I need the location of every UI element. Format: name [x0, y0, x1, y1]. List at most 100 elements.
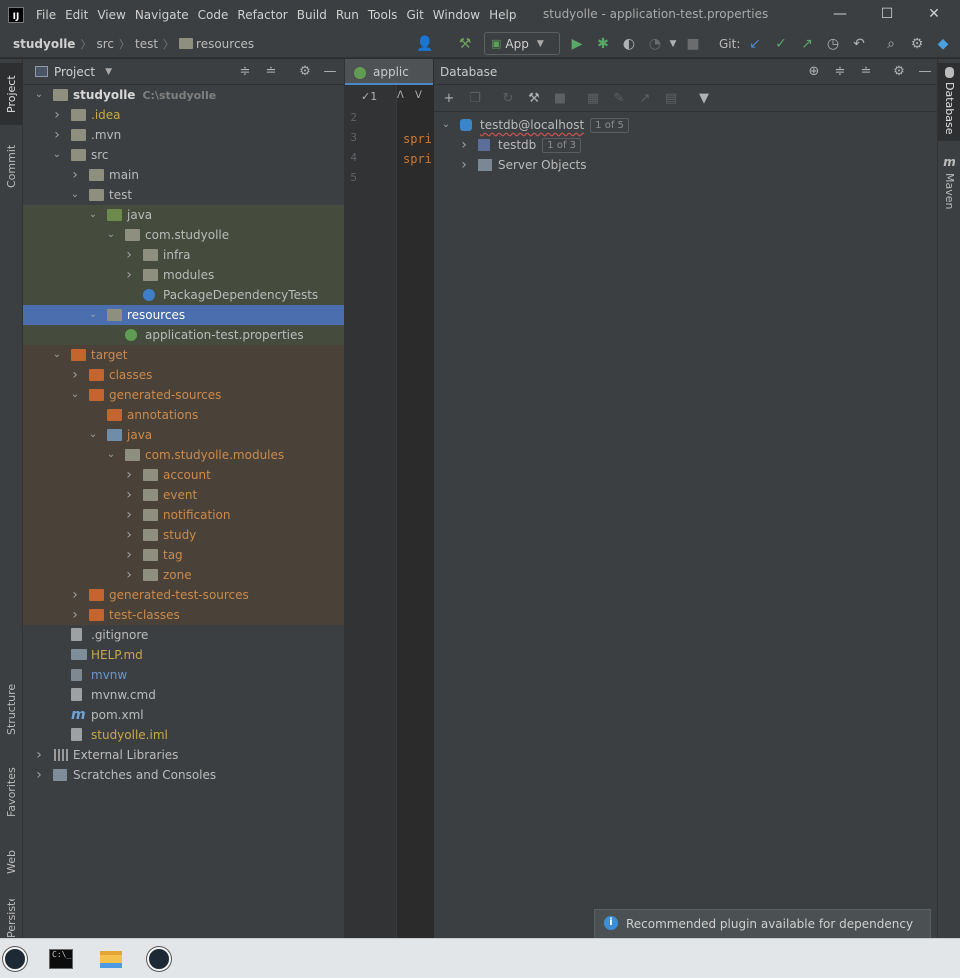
tool-tab-web[interactable]: Web [0, 837, 23, 887]
menu-git[interactable]: Git [406, 8, 423, 22]
tree-node[interactable]: › tag [23, 545, 344, 565]
edit-icon[interactable]: ✎ [609, 89, 629, 109]
chevron-right-icon[interactable]: › [33, 745, 45, 765]
tree-node[interactable]: mvnw.cmd [23, 685, 344, 705]
chevron-down-icon[interactable]: ᐯ [415, 90, 422, 101]
chevron-down-icon[interactable]: ⌄ [440, 115, 452, 135]
expand-all-icon[interactable]: ≑ [830, 62, 850, 82]
tool-tab-project[interactable]: Project [0, 63, 23, 125]
tree-node[interactable]: m pom.xml [23, 705, 344, 725]
chevron-right-icon[interactable]: › [458, 155, 470, 175]
history-icon[interactable]: ◷ [822, 33, 844, 55]
chevron-right-icon[interactable]: › [69, 585, 81, 605]
ide-plugin-icon[interactable]: ◆ [932, 33, 954, 55]
inspection-widget[interactable]: ✓1 [361, 90, 377, 103]
tree-node[interactable]: ⌄ generated-sources [23, 385, 344, 405]
tree-node[interactable]: ⌄ target [23, 345, 344, 365]
menu-edit[interactable]: Edit [65, 8, 88, 22]
tree-node[interactable]: HELP.md [23, 645, 344, 665]
chevron-right-icon[interactable]: › [69, 605, 81, 625]
menu-help[interactable]: Help [489, 8, 516, 22]
menu-navigate[interactable]: Navigate [135, 8, 189, 22]
chevron-down-icon[interactable]: ⌄ [105, 445, 117, 465]
add-data-source-icon[interactable]: + [439, 89, 459, 109]
chevron-right-icon[interactable]: › [123, 485, 135, 505]
hide-panel-icon[interactable]: — [915, 62, 935, 82]
maximize-button[interactable]: ☐ [875, 4, 899, 24]
chevron-right-icon[interactable]: › [69, 165, 81, 185]
run-configuration-select[interactable]: ▣ App ▼ [484, 32, 560, 55]
run-icon[interactable]: ▶ [566, 33, 588, 55]
tree-node[interactable]: ⌄ studyolle C:\studyolle [23, 85, 344, 105]
tree-node[interactable]: › test-classes [23, 605, 344, 625]
chevron-down-icon[interactable]: ⌄ [51, 145, 63, 165]
chevron-right-icon[interactable]: › [123, 545, 135, 565]
menu-tools[interactable]: Tools [368, 8, 398, 22]
breadcrumb-src[interactable]: src [96, 37, 114, 51]
tree-node[interactable]: ⌄ src [23, 145, 344, 165]
build-hammer-icon[interactable]: ⚒ [454, 33, 476, 55]
db-tree-node[interactable]: › testdb 1 of 3 [434, 135, 938, 155]
git-push-icon[interactable]: ↗ [796, 33, 818, 55]
breadcrumb-resources[interactable]: resources [196, 37, 254, 51]
account-icon[interactable]: 👤 [414, 33, 436, 55]
db-properties-icon[interactable]: ⚒ [524, 89, 544, 109]
refresh-icon[interactable]: ↻ [498, 89, 518, 109]
taskbar-app-terminal[interactable]: C:\_ [46, 944, 76, 974]
tree-node[interactable]: studyolle.iml [23, 725, 344, 745]
locate-icon[interactable]: ⊕ [804, 62, 824, 82]
plugin-notification[interactable]: i Recommended plugin available for depen… [594, 909, 931, 938]
chevron-down-icon[interactable]: ⌄ [87, 425, 99, 445]
tree-node[interactable]: › account [23, 465, 344, 485]
chevron-right-icon[interactable]: › [51, 105, 63, 125]
taskbar-app-idea[interactable] [0, 944, 30, 974]
breadcrumb-test[interactable]: test [135, 37, 158, 51]
db-tree-node[interactable]: › Server Objects [434, 155, 938, 175]
chevron-down-icon[interactable]: ⌄ [87, 205, 99, 225]
tool-tab-database[interactable]: Database [938, 63, 960, 141]
tree-node[interactable]: PackageDependencyTests [23, 285, 344, 305]
chevron-right-icon[interactable]: › [123, 245, 135, 265]
chevron-right-icon[interactable]: › [123, 505, 135, 525]
menu-build[interactable]: Build [297, 8, 327, 22]
minimize-button[interactable]: — [828, 4, 852, 24]
tree-node[interactable]: ⌄ resources [23, 305, 344, 325]
jump-to-source-icon[interactable]: ↗ [635, 89, 655, 109]
collapse-all-icon[interactable]: ≐ [261, 62, 281, 82]
tree-node[interactable]: › .mvn [23, 125, 344, 145]
tool-tab-persistence[interactable]: Persistence [0, 899, 23, 938]
git-commit-icon[interactable]: ✓ [770, 33, 792, 55]
db-tree-node[interactable]: ⌄ testdb@localhost 1 of 5 [434, 115, 938, 135]
tree-node[interactable]: application-test.properties [23, 325, 344, 345]
tool-tab-structure[interactable]: Structure [0, 674, 23, 744]
rollback-icon[interactable]: ↶ [848, 33, 870, 55]
chevron-down-icon[interactable]: ⌄ [33, 85, 45, 105]
db-node-count-badge[interactable]: 1 of 3 [542, 138, 582, 153]
coverage-icon[interactable]: ◐ [618, 33, 640, 55]
chevron-down-icon[interactable]: ⌄ [87, 305, 99, 325]
tool-tab-commit[interactable]: Commit [0, 135, 23, 197]
chevron-up-icon[interactable]: ᐱ [397, 90, 404, 101]
tree-node[interactable]: › Scratches and Consoles [23, 765, 344, 785]
stop-icon[interactable]: ■ [682, 33, 704, 55]
tree-node[interactable]: › infra [23, 245, 344, 265]
tool-tab-favorites[interactable]: Favorites [0, 755, 23, 829]
table-view-icon[interactable]: ▦ [583, 89, 603, 109]
code-line[interactable]: spri [403, 132, 432, 146]
tree-node[interactable]: › modules [23, 265, 344, 285]
chevron-down-icon[interactable]: ⌄ [69, 385, 81, 405]
tree-node[interactable]: annotations [23, 405, 344, 425]
tree-node[interactable]: › notification [23, 505, 344, 525]
hide-panel-icon[interactable]: — [320, 62, 340, 82]
git-update-icon[interactable]: ↙ [744, 33, 766, 55]
tree-node[interactable]: ⌄ java [23, 425, 344, 445]
tree-node[interactable]: › event [23, 485, 344, 505]
taskbar-app-idea-2[interactable] [144, 944, 174, 974]
chevron-right-icon[interactable]: › [123, 525, 135, 545]
code-line[interactable]: spri [403, 152, 432, 166]
tree-node[interactable]: .gitignore [23, 625, 344, 645]
chevron-right-icon[interactable]: › [458, 135, 470, 155]
tree-node[interactable]: ⌄ test [23, 185, 344, 205]
gear-icon[interactable]: ⚙ [889, 62, 909, 82]
tool-tab-maven[interactable]: m Maven [938, 151, 960, 211]
